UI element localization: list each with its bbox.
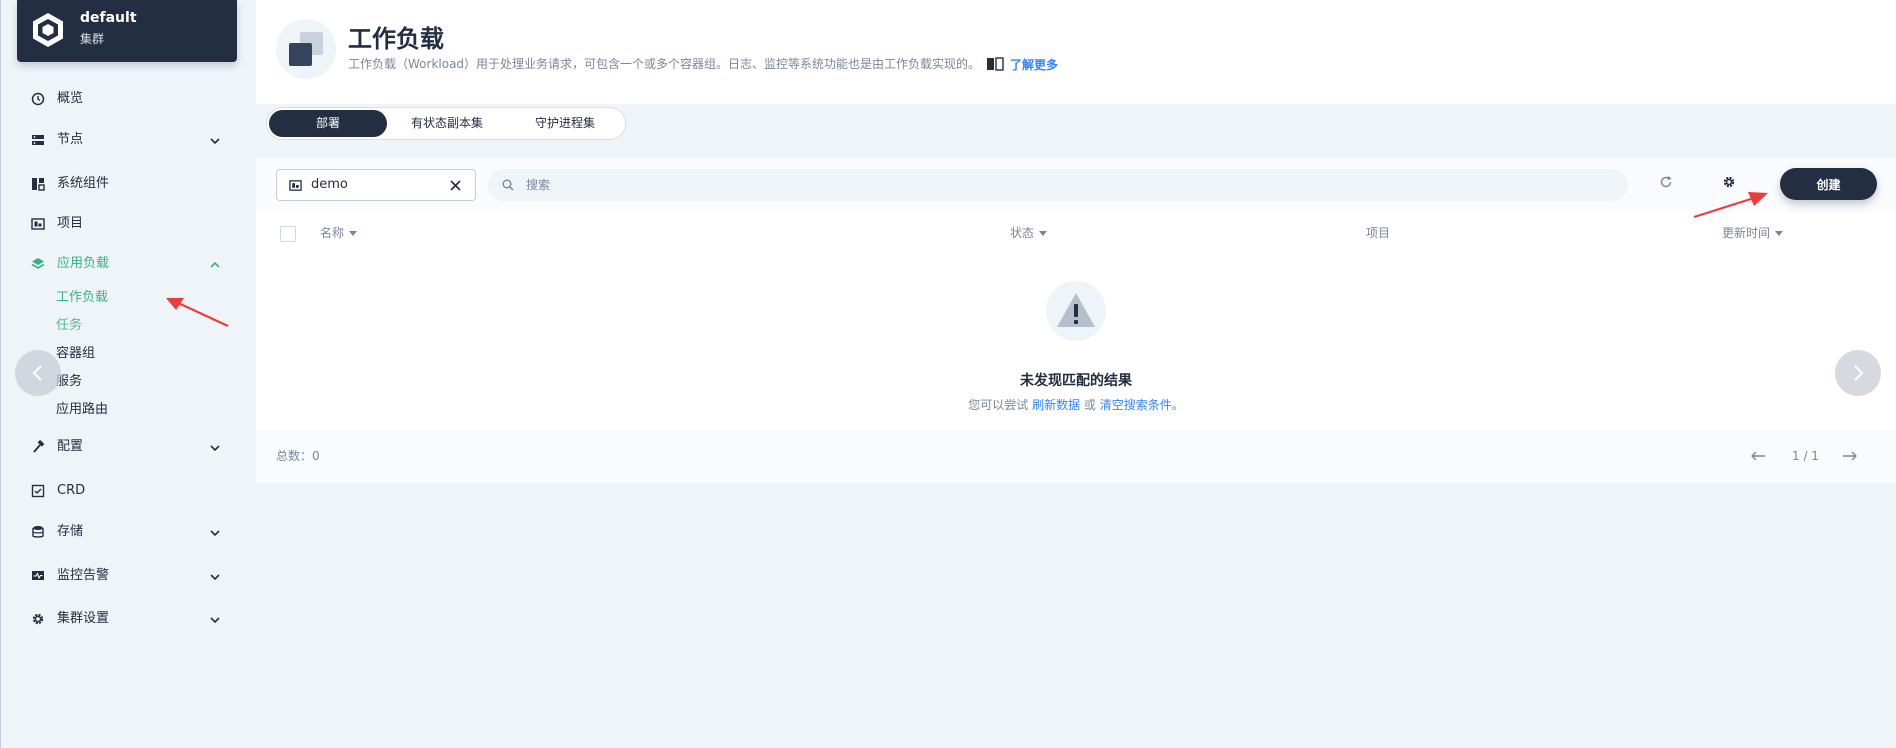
column-name-label: 名称 xyxy=(320,226,345,240)
workload-icon xyxy=(289,32,323,66)
namespace-value: demo xyxy=(311,177,348,192)
sidebar-item-label: 系统组件 xyxy=(57,176,110,191)
sidebar-subitem-pods[interactable]: 容器组 xyxy=(56,342,95,366)
arrow-left-icon[interactable] xyxy=(1750,450,1766,462)
sidebar-item-label: 配置 xyxy=(57,439,84,454)
sidebar-subitem-jobs[interactable]: 任务 xyxy=(56,314,82,338)
chevron-down-icon xyxy=(210,445,220,452)
table-header: 名称 状态 项目 更新时间 xyxy=(256,212,1896,254)
search-icon xyxy=(502,179,514,191)
crd-icon xyxy=(31,484,45,498)
sidebar-subitem-workloads[interactable]: 工作负载 xyxy=(56,286,108,310)
column-header-name[interactable]: 名称 xyxy=(320,212,358,254)
sidebar-item-crd[interactable]: CRD xyxy=(1,475,257,507)
database-icon xyxy=(32,526,44,538)
gear-icon xyxy=(32,613,44,625)
refresh-data-link[interactable]: 刷新数据 xyxy=(1032,398,1080,412)
sidebar-item-label: 监控告警 xyxy=(57,568,110,583)
sidebar-item-label: 概览 xyxy=(57,91,84,106)
empty-state-icon xyxy=(1046,281,1106,341)
server-icon xyxy=(32,135,44,145)
sidebar-item-storage[interactable]: 存储 xyxy=(1,516,257,548)
annotation-arrow-icon xyxy=(166,298,229,327)
chevron-right-icon xyxy=(1854,365,1864,381)
sidebar-item-config[interactable]: 配置 xyxy=(1,431,257,463)
sidebar-item-components[interactable]: 系统组件 xyxy=(1,168,257,200)
sidebar-item-label: 节点 xyxy=(57,132,84,147)
close-icon[interactable] xyxy=(449,179,462,192)
page-header: 工作负载 工作负载（Workload）用于处理业务请求，可包含一个或多个容器组。… xyxy=(256,0,1896,104)
column-status-label: 状态 xyxy=(1010,226,1035,240)
page-indicator: 1 / 1 xyxy=(1792,449,1819,463)
page-icon xyxy=(276,19,336,79)
chevron-up-icon xyxy=(210,261,220,268)
sidebar-item-label: 项目 xyxy=(57,216,84,231)
empty-prefix: 您可以尝试 xyxy=(968,398,1029,412)
gear-icon[interactable] xyxy=(1722,175,1736,189)
cluster-selector[interactable]: default 集群 xyxy=(17,0,237,62)
sidebar-item-projects[interactable]: 项目 xyxy=(1,208,257,240)
cluster-logo-icon xyxy=(33,13,63,47)
empty-or: 或 xyxy=(1083,398,1096,412)
arrow-right-icon[interactable] xyxy=(1842,450,1858,462)
chevron-down-icon xyxy=(210,530,220,537)
dashboard-icon xyxy=(31,92,45,106)
layers-icon xyxy=(31,258,45,269)
sidebar-item-label: CRD xyxy=(57,483,86,498)
sidebar-item-label: 集群设置 xyxy=(57,611,110,626)
chevron-left-icon xyxy=(32,365,42,381)
sort-caret-icon xyxy=(349,230,358,236)
cluster-name: default xyxy=(80,10,137,26)
tab-deployments[interactable]: 部署 xyxy=(269,110,387,137)
sidebar-item-nodes[interactable]: 节点 xyxy=(1,124,257,156)
book-icon xyxy=(987,57,1004,71)
search-input[interactable] xyxy=(526,169,1606,201)
previous-slide-button[interactable] xyxy=(15,350,61,396)
empty-state-description: 您可以尝试 刷新数据 或 清空搜索条件。 xyxy=(256,396,1896,414)
monitor-icon xyxy=(32,571,44,580)
project-icon xyxy=(31,218,45,230)
workload-type-tabs: 部署 有状态副本集 守护进程集 xyxy=(266,107,626,140)
next-slide-button[interactable] xyxy=(1835,350,1881,396)
learn-more-text: 了解更多 xyxy=(1010,57,1059,72)
chevron-down-icon xyxy=(210,617,220,624)
warning-icon xyxy=(1057,293,1095,327)
select-all-checkbox[interactable] xyxy=(280,226,296,242)
components-icon xyxy=(32,178,45,191)
sidebar-item-overview[interactable]: 概览 xyxy=(1,83,257,115)
clear-search-link[interactable]: 清空搜索条件。 xyxy=(1100,398,1184,412)
chevron-down-icon xyxy=(210,138,220,145)
tab-daemonsets[interactable]: 守护进程集 xyxy=(507,110,623,137)
sidebar-item-cluster-settings[interactable]: 集群设置 xyxy=(1,603,257,635)
sort-caret-icon xyxy=(1775,230,1784,236)
project-icon xyxy=(289,180,302,191)
sidebar-item-app-workloads[interactable]: 应用负载 xyxy=(1,248,257,280)
annotation-arrow-icon xyxy=(1693,192,1768,219)
cluster-type: 集群 xyxy=(80,32,105,46)
column-header-project: 项目 xyxy=(1366,212,1390,254)
list-footer: 总数：0 1 / 1 xyxy=(256,430,1896,483)
column-project-label: 项目 xyxy=(1366,226,1391,240)
sidebar-item-monitoring[interactable]: 监控告警 xyxy=(1,560,257,592)
total-count: 总数：0 xyxy=(276,449,320,463)
tab-statefulsets[interactable]: 有状态副本集 xyxy=(387,110,507,137)
learn-more-link[interactable]: 了解更多 xyxy=(986,55,1058,73)
refresh-icon[interactable] xyxy=(1659,175,1673,189)
page-description: 工作负载（Workload）用于处理业务请求，可包含一个或多个容器组。日志、监控… xyxy=(348,57,981,71)
hammer-icon xyxy=(33,440,45,453)
sidebar-item-label: 存储 xyxy=(57,524,84,539)
create-button[interactable]: 创建 xyxy=(1780,168,1877,200)
sidebar-subitem-ingresses[interactable]: 应用路由 xyxy=(56,398,108,422)
page-title: 工作负载 xyxy=(348,25,444,53)
workload-list-panel: demo 创建 名称 状态 xyxy=(256,158,1896,483)
list-toolbar: demo 创建 xyxy=(256,158,1896,212)
sort-caret-icon xyxy=(1039,230,1048,236)
namespace-select[interactable]: demo xyxy=(276,169,476,201)
search-box xyxy=(488,169,1628,201)
empty-state-title: 未发现匹配的结果 xyxy=(1020,373,1132,389)
sidebar-item-label: 应用负载 xyxy=(57,256,110,271)
column-header-status[interactable]: 状态 xyxy=(1010,212,1048,254)
chevron-down-icon xyxy=(210,574,220,581)
